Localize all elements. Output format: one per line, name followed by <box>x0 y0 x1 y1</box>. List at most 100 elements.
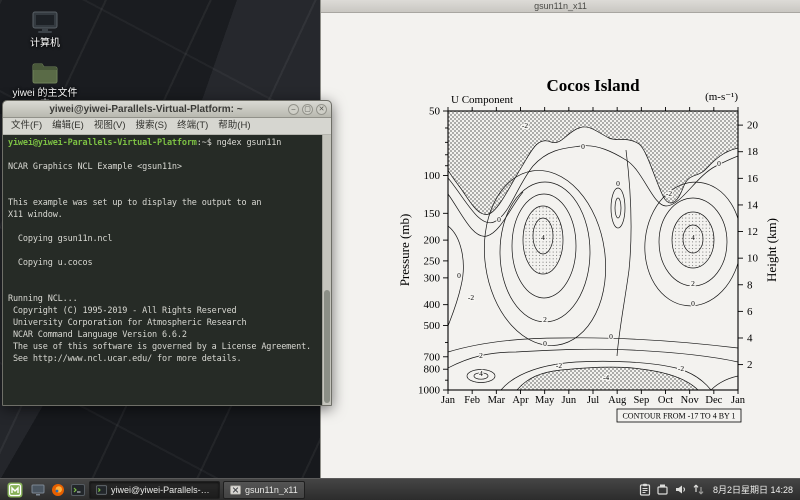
desktop-icon-computer[interactable]: 计算机 <box>10 10 80 49</box>
pressure-tick-label: 800 <box>424 364 441 376</box>
terminal-output-line-10 <box>8 270 319 282</box>
x11-window: Cocos Island U Component (m-s⁻¹) Pressur… <box>320 0 800 478</box>
terminal-command: ng4ex gsun11n <box>212 138 282 148</box>
contour-value-label: 2 <box>691 279 695 288</box>
terminal-output-line-4: This example was set up to display the o… <box>8 198 319 210</box>
contour-note: CONTOUR FROM -17 TO 4 BY 1 <box>622 412 735 421</box>
contour-value-label: -2 <box>678 364 684 373</box>
pressure-tick-label: 100 <box>424 170 441 182</box>
task-label: yiwei@yiwei-Parallels-Vir... <box>111 485 213 495</box>
close-button[interactable]: ✕ <box>316 104 327 115</box>
terminal-menu-item-1[interactable]: 编辑(E) <box>47 118 89 134</box>
month-tick-label: Sep <box>633 395 649 406</box>
terminal-menu-item-2[interactable]: 视图(V) <box>89 118 131 134</box>
terminal-output-line-5: X11 window. <box>8 210 319 222</box>
terminal-output-line-17: See http://www.ncl.ucar.edu/ for more de… <box>8 354 319 366</box>
terminal-menu-item-0[interactable]: 文件(F) <box>6 118 47 134</box>
month-tick-label: Jun <box>562 395 577 406</box>
pressure-tick-label: 500 <box>424 320 441 332</box>
mint-logo-icon <box>7 482 23 498</box>
contour-value-label: 0 <box>691 299 695 308</box>
pressure-tick-label: 700 <box>424 351 441 363</box>
terminal-output-line-3 <box>8 186 319 198</box>
removable-drive-tray-icon[interactable] <box>656 483 669 496</box>
month-tick-label: Jul <box>587 395 599 406</box>
contour-value-label: 0 <box>717 159 721 168</box>
month-tick-label: Jan <box>731 395 746 406</box>
pressure-tick-label: 50 <box>429 106 441 118</box>
monitor-icon <box>31 484 45 496</box>
computer-icon <box>30 10 60 36</box>
pressure-tick-label: 150 <box>424 208 441 220</box>
terminal-body[interactable]: yiwei@yiwei-Parallels-Virtual-Platform:~… <box>3 135 331 405</box>
contour-value-label: 4 <box>541 233 545 242</box>
height-tick-label: 18 <box>747 146 759 158</box>
taskbar-window-terminal[interactable]: yiwei@yiwei-Parallels-Vir... <box>89 481 220 499</box>
plot-series-label: U Component <box>451 94 513 106</box>
contour-value-label: 0 <box>581 142 585 151</box>
month-tick-label: Jan <box>441 395 456 406</box>
terminal-menubar: 文件(F)编辑(E)视图(V)搜索(S)终端(T)帮助(H) <box>3 118 331 135</box>
taskbar: yiwei@yiwei-Parallels-Vir... gsun11n_x11 <box>0 478 800 500</box>
terminal-output-line-8 <box>8 246 319 258</box>
mint-menu-button[interactable] <box>4 481 26 499</box>
height-tick-label: 8 <box>747 279 753 291</box>
y-axis-right-title: Height (km) <box>764 218 779 282</box>
terminal-output-line-7: Copying gsun11n.ncl <box>8 234 319 246</box>
contour-value-label: 0 <box>616 179 620 188</box>
contour-value-label: -2 <box>522 121 528 130</box>
x11-titlebar[interactable]: gsun11n_x11 <box>321 0 800 13</box>
height-tick-label: 16 <box>747 173 759 185</box>
launcher-firefox[interactable] <box>49 481 66 498</box>
contour-value-label: 4 <box>691 233 695 242</box>
height-tick-label: 12 <box>747 226 758 238</box>
desktop-icon-label: 计算机 <box>10 38 80 49</box>
height-tick-label: 14 <box>747 199 759 211</box>
height-tick-label: 10 <box>747 253 759 265</box>
network-tray-icon[interactable] <box>692 483 705 496</box>
terminal-scrollbar[interactable] <box>322 135 331 405</box>
contour-value-label: -2 <box>556 361 562 370</box>
contour-value-label: 2 <box>479 351 483 360</box>
terminal-titlebar[interactable]: yiwei@yiwei-Parallels-Virtual-Platform: … <box>3 101 331 118</box>
folder-icon <box>30 60 60 86</box>
pressure-tick-label: 250 <box>424 255 441 267</box>
taskbar-clock[interactable]: 8月2日星期日 14:28 <box>708 483 796 496</box>
clipboard-tray-icon[interactable] <box>639 483 651 496</box>
terminal-prompt-line: yiwei@yiwei-Parallels-Virtual-Platform:~… <box>8 138 319 150</box>
terminal-output-line-11 <box>8 282 319 294</box>
terminal-menu-item-5[interactable]: 帮助(H) <box>213 118 255 134</box>
desktop: 计算机 yiwei 的主文件夹 Cocos Island U <box>0 0 800 500</box>
terminal-output-line-0 <box>8 150 319 162</box>
terminal-output-line-12: Running NCL... <box>8 294 319 306</box>
contour-plot: Cocos Island U Component (m-s⁻¹) Pressur… <box>321 13 800 478</box>
height-tick-label: 20 <box>747 120 759 132</box>
taskbar-window-gsun11n[interactable]: gsun11n_x11 <box>223 481 305 499</box>
terminal-menu-item-3[interactable]: 搜索(S) <box>130 118 172 134</box>
minimize-button[interactable]: – <box>288 104 299 115</box>
prompt-suffix: :~$ <box>197 138 212 148</box>
y-axis-height: 2468101214161820 <box>738 120 759 371</box>
month-tick-label: Feb <box>464 395 480 406</box>
terminal-output-line-1: NCAR Graphics NCL Example <gsun11n> <box>8 162 319 174</box>
terminal-output-line-16: The use of this software is governed by … <box>8 342 319 354</box>
plot-units-label: (m-s⁻¹) <box>705 91 738 103</box>
month-tick-label: Mar <box>488 395 506 406</box>
firefox-icon <box>51 483 65 497</box>
contour-field <box>448 111 747 390</box>
plot-title: Cocos Island <box>546 76 640 95</box>
launcher-terminal[interactable] <box>69 481 86 498</box>
maximize-button[interactable]: ▢ <box>302 104 313 115</box>
pressure-tick-label: 400 <box>424 299 441 311</box>
contour-value-label: -2 <box>666 189 672 198</box>
volume-tray-icon[interactable] <box>674 483 687 496</box>
scrollbar-thumb[interactable] <box>324 290 330 403</box>
terminal-output: NCAR Graphics NCL Example <gsun11n> This … <box>8 150 319 366</box>
x11-window-title: gsun11n_x11 <box>534 1 587 11</box>
height-tick-label: 6 <box>747 306 753 318</box>
launcher-show-desktop[interactable] <box>29 481 46 498</box>
month-tick-label: May <box>535 395 555 406</box>
contour-value-label: -2 <box>468 293 474 302</box>
contour-value-label: 0 <box>609 332 613 341</box>
terminal-menu-item-4[interactable]: 终端(T) <box>172 118 213 134</box>
